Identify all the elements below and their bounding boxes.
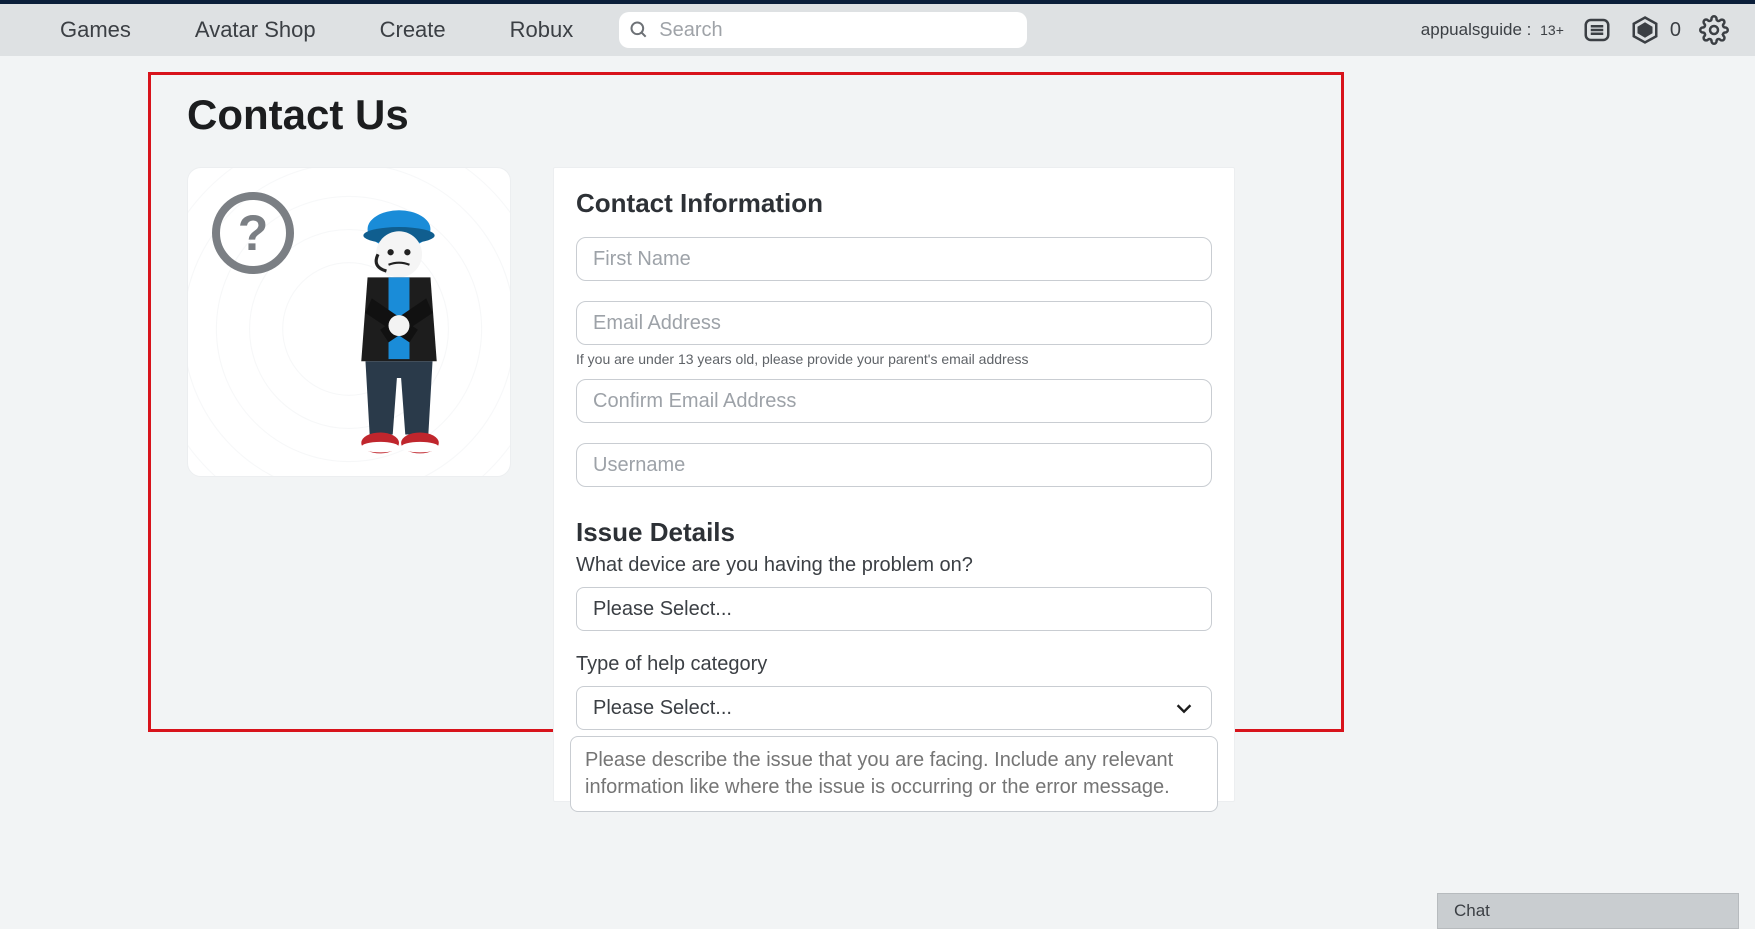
robux-icon[interactable] — [1630, 15, 1660, 45]
device-select-value: Please Select... — [593, 598, 732, 621]
username-label[interactable]: appualsguide : 13+ — [1421, 20, 1564, 40]
user-age-text: 13+ — [1540, 22, 1564, 38]
help-category-select[interactable]: Please Select... — [576, 686, 1212, 730]
search-icon — [629, 20, 649, 40]
contact-form-panel: Contact Information If you are under 13 … — [553, 167, 1235, 802]
support-illustration-card: ? — [187, 167, 511, 477]
chat-tab[interactable]: Chat — [1437, 893, 1739, 929]
top-nav-bar: Games Avatar Shop Create Robux appualsgu… — [0, 0, 1755, 56]
content-row: ? — [151, 167, 1341, 802]
nav-robux[interactable]: Robux — [478, 17, 606, 43]
user-info: appualsguide : 13+ 0 — [1421, 15, 1729, 45]
confirm-email-field[interactable] — [576, 379, 1212, 423]
page-title: Contact Us — [187, 91, 1341, 139]
username-text: appualsguide : — [1421, 20, 1532, 39]
contact-info-heading: Contact Information — [576, 188, 1212, 219]
description-textarea[interactable] — [570, 736, 1218, 812]
nav-games[interactable]: Games — [28, 17, 163, 43]
settings-gear-icon[interactable] — [1699, 15, 1729, 45]
nav-links: Games Avatar Shop Create Robux — [28, 17, 605, 43]
nav-create[interactable]: Create — [348, 17, 478, 43]
issue-details-heading: Issue Details — [576, 517, 1212, 548]
chevron-down-icon — [1173, 697, 1195, 719]
device-question-label: What device are you having the problem o… — [576, 554, 1212, 577]
nav-avatar-shop[interactable]: Avatar Shop — [163, 17, 348, 43]
first-name-field[interactable] — [576, 237, 1212, 281]
avatar-character-icon — [336, 204, 462, 466]
device-select[interactable]: Please Select... — [576, 587, 1212, 631]
messages-icon[interactable] — [1582, 15, 1612, 45]
contact-us-highlight-box: Contact Us ? — [148, 72, 1344, 732]
robux-count: 0 — [1670, 19, 1681, 42]
help-category-label: Type of help category — [576, 653, 1212, 676]
email-helper-text: If you are under 13 years old, please pr… — [576, 351, 1212, 367]
search-wrapper — [619, 12, 1027, 48]
question-mark-icon: ? — [212, 192, 294, 274]
username-field[interactable] — [576, 443, 1212, 487]
search-input[interactable] — [619, 12, 1027, 48]
chat-label: Chat — [1454, 901, 1490, 921]
email-field[interactable] — [576, 301, 1212, 345]
description-area — [570, 736, 1218, 817]
help-category-value: Please Select... — [593, 697, 732, 720]
